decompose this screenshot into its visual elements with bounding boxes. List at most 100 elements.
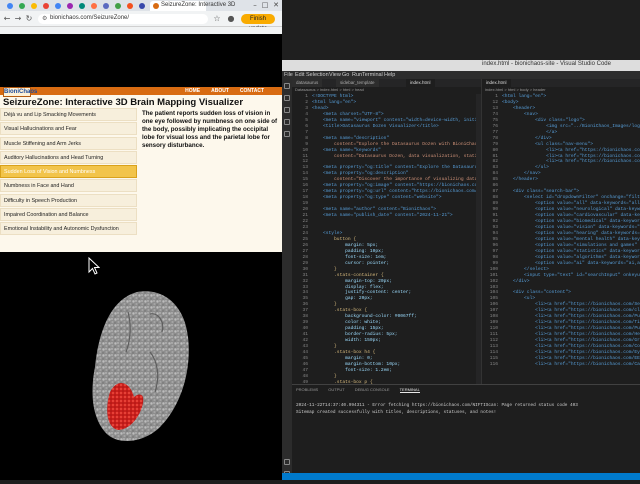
close-icon[interactable]: ✕ — [271, 0, 281, 11]
run-debug-icon[interactable] — [284, 119, 290, 125]
symptom-button[interactable]: Numbness in Face and Hand — [0, 179, 137, 193]
finish-update-button[interactable]: Finish update — [241, 14, 275, 32]
browser-tab[interactable] — [16, 1, 28, 11]
browser-tab[interactable] — [76, 1, 88, 11]
browser-tab[interactable] — [136, 1, 148, 11]
symptom-button-selected[interactable]: Sudden Loss of Vision and Numbness — [0, 165, 137, 179]
code-text: <html lang="en"> — [502, 94, 547, 99]
menu-item-go[interactable]: Go — [342, 72, 349, 78]
bookmark-star-icon[interactable]: ☆ — [212, 14, 222, 24]
browser-tab[interactable] — [100, 1, 112, 11]
menu-item-edit[interactable]: Edit — [295, 72, 304, 78]
browser-tab[interactable] — [4, 1, 16, 11]
symptom-button[interactable]: Muscle Stiffening and Arm Jerks — [0, 136, 137, 150]
symptom-button[interactable]: Déjà vu and Lip Smacking Movements — [0, 108, 137, 121]
vscode-menu-bar: File Edit Selection View Go Run Terminal Help — [282, 71, 640, 79]
site-nav: HOME ABOUT CONTACT — [174, 88, 264, 94]
code-text: <li><a href="https://bionichaos.com/Abou — [546, 153, 640, 159]
breadcrumb[interactable]: Datasaurus > index.html > html > head — [292, 87, 364, 93]
terminal-output[interactable]: 2024-11-22T14:37:40.994311 - Error fetch… — [296, 402, 578, 416]
code-text: <input type="text" id="searchInput" onke… — [524, 272, 640, 278]
menu-item-terminal[interactable]: Terminal — [362, 72, 383, 78]
browser-tab[interactable] — [52, 1, 64, 11]
editor-tab-active[interactable]: index.html — [482, 79, 511, 87]
site-info-icon[interactable]: ⚙ — [42, 15, 47, 22]
maximize-icon[interactable]: □ — [260, 0, 270, 11]
symptom-button[interactable]: Auditory Hallucinations and Head Turning — [0, 150, 137, 164]
panel-tab-debug-console[interactable]: DEBUG CONSOLE — [355, 387, 390, 392]
page-title: SeizureZone: Interactive 3D Brain Mappin… — [3, 97, 244, 108]
code-line: 11 content="Datasaurus Dozen, data visua… — [292, 154, 481, 160]
source-control-icon[interactable] — [284, 107, 290, 113]
symptom-button[interactable]: Impaired Coordination and Balance — [0, 208, 137, 222]
browser-tab-active[interactable]: SeizureZone: Interactive 3D — [150, 1, 235, 11]
code-text: width: 150px; — [312, 338, 381, 344]
code-text: <option value="simulations and games" da… — [535, 242, 640, 248]
tab-favicon-icon — [43, 3, 49, 9]
editor-tab[interactable]: sidebar_template — [336, 79, 379, 87]
menu-item-help[interactable]: Help — [384, 72, 395, 78]
site-logo[interactable]: BioniChaos — [3, 87, 37, 97]
symptom-button[interactable]: Difficulty in Speech Production — [0, 193, 137, 207]
search-icon[interactable] — [284, 95, 290, 101]
code-text: <option value="biomedical" data-keywords… — [535, 219, 640, 225]
tab-favicon-icon — [31, 3, 37, 9]
editor-group-left[interactable]: datasaurus sidebar_template index.html D… — [292, 79, 482, 419]
panel-tab-terminal[interactable]: TERMINAL — [399, 387, 420, 393]
editor-group-right[interactable]: index.html index.html > html > body > he… — [482, 79, 640, 419]
menu-item-selection[interactable]: Selection — [306, 72, 329, 78]
breadcrumb[interactable]: index.html > html > body > header — [482, 87, 546, 93]
code-text: </select> — [502, 266, 549, 272]
extensions-icon[interactable] — [284, 131, 290, 137]
code-text: <li><a href="https://bionichaos.com/EyeT… — [535, 349, 640, 355]
reload-icon[interactable]: ↻ — [24, 14, 34, 24]
menu-item-view[interactable]: View — [329, 72, 341, 78]
code-text: .stats-box h4 { — [312, 349, 376, 355]
account-icon[interactable] — [284, 459, 290, 465]
explorer-icon[interactable] — [284, 83, 290, 89]
menu-item-run[interactable]: Run — [352, 72, 362, 78]
browser-tab-title: SeizureZone: Interactive 3D — [161, 2, 236, 8]
code-text: <meta charset="UTF-8"> — [312, 111, 384, 117]
browser-tab[interactable] — [40, 1, 52, 11]
brain-model-image[interactable] — [0, 252, 282, 480]
tab-favicon-icon — [115, 3, 121, 9]
browser-tab[interactable] — [88, 1, 100, 11]
code-text: </header> — [502, 177, 538, 183]
editor-tab-active[interactable]: index.html — [406, 79, 435, 87]
tab-favicon-icon — [55, 3, 61, 9]
tab-favicon-icon — [79, 3, 85, 9]
code-text: content="Explore the Datasaurus Dozen wi… — [312, 141, 482, 147]
code-text: } — [312, 373, 337, 379]
tab-favicon-icon — [91, 3, 97, 9]
code-text: <div class="content"> — [502, 290, 571, 296]
nav-link-about[interactable]: ABOUT — [211, 88, 229, 94]
symptom-button[interactable]: Emotional Instability and Autonomic Dysf… — [0, 222, 137, 236]
code-text: <option value="statistics" data-keywords… — [535, 248, 640, 254]
minimize-icon[interactable]: – — [250, 0, 260, 11]
code-editor-right[interactable]: 1 <html lang="en"> 12 <body> 13 <header> 74 <… — [482, 94, 640, 368]
code-editor-left[interactable]: 1 <!DOCTYPE html> 2 <html lang="en"> 3 <head>… — [292, 94, 481, 398]
code-text: <li><a href="https://bionichaos.com/Grap… — [502, 338, 640, 344]
symptom-button[interactable]: Visual Hallucinations and Fear — [0, 122, 137, 136]
code-text: margin: 5px; — [312, 242, 379, 248]
nav-link-contact[interactable]: CONTACT — [240, 88, 264, 94]
browser-tab[interactable] — [112, 1, 124, 11]
browser-tab[interactable] — [124, 1, 136, 11]
menu-item-file[interactable]: File — [284, 72, 293, 78]
nav-link-home[interactable]: HOME — [185, 88, 200, 94]
site-header: HOME ABOUT CONTACT — [0, 87, 282, 95]
browser-tab[interactable] — [64, 1, 76, 11]
code-text: <meta property="og:image" content="https… — [312, 183, 482, 189]
browser-tab-strip: SeizureZone: Interactive 3D – □ ✕ — [0, 0, 282, 11]
editor-tab[interactable]: datasaurus — [292, 79, 323, 87]
browser-tab[interactable] — [28, 1, 40, 11]
profile-icon[interactable]: ● — [226, 14, 236, 24]
brain-mesh[interactable] — [92, 291, 189, 442]
address-bar[interactable]: ⚙ bionichaos.com/SeizureZone/ — [38, 14, 208, 24]
forward-arrow-icon[interactable]: → — [13, 14, 23, 24]
panel-tab-problems[interactable]: PROBLEMS — [296, 387, 318, 392]
panel-tab-output[interactable]: OUTPUT — [328, 387, 344, 392]
back-arrow-icon[interactable]: ← — [2, 14, 12, 24]
brain-visualizer-canvas[interactable] — [0, 252, 282, 480]
